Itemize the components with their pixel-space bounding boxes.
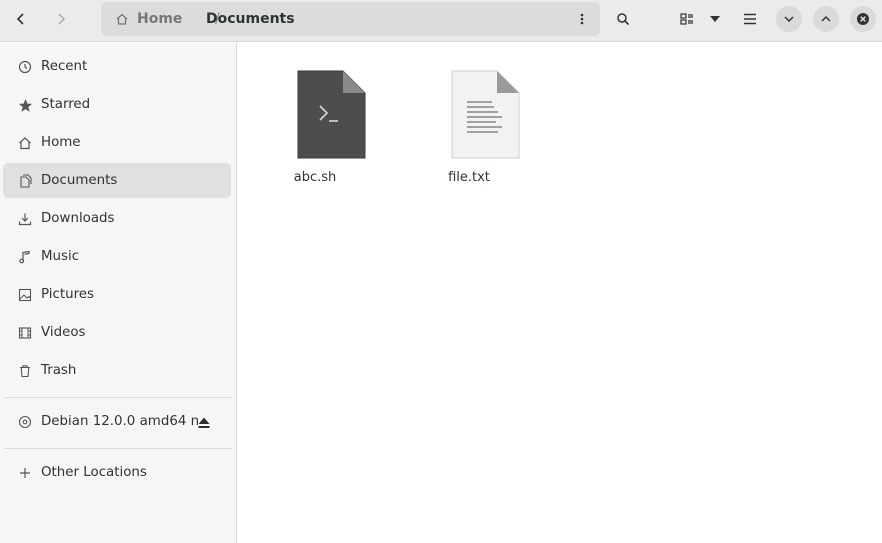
sidebar-item-music[interactable]: Music (3, 239, 231, 274)
downloads-icon (17, 211, 33, 227)
chevron-left-icon (16, 13, 24, 25)
terminal-script-icon (297, 70, 366, 159)
pictures-icon (17, 287, 33, 303)
home-icon (17, 135, 33, 151)
sidebar-item-videos[interactable]: Videos (3, 315, 231, 350)
close-button[interactable] (850, 6, 876, 32)
file-item[interactable]: file.txt (414, 43, 524, 185)
sidebar-item-label: Music (41, 249, 80, 264)
hamburger-menu-icon (744, 13, 756, 25)
close-icon (857, 13, 869, 25)
sidebar-item-label: Pictures (41, 287, 95, 302)
chevron-down-icon (784, 16, 794, 23)
documents-icon (17, 173, 33, 189)
sidebar-item-label: Recent (41, 59, 88, 74)
breadcrumb-current[interactable]: Documents (206, 2, 295, 36)
music-icon (17, 249, 33, 265)
sidebar-item-label: Other Locations (41, 465, 147, 480)
sidebar-item-starred[interactable]: Starred (3, 87, 231, 122)
clock-icon (17, 59, 33, 75)
sidebar-item-pictures[interactable]: Pictures (3, 277, 231, 312)
file-name: file.txt (448, 170, 490, 185)
sidebar-item-label: Home (41, 135, 81, 150)
sidebar-item-trash[interactable]: Trash (3, 353, 231, 388)
search-button[interactable] (608, 6, 638, 32)
eject-icon[interactable] (196, 414, 212, 430)
minimize-button[interactable] (776, 6, 802, 32)
chevron-up-icon (821, 15, 831, 22)
file-name: abc.sh (293, 170, 337, 185)
view-toggle-button[interactable] (672, 6, 702, 32)
sidebar-item-other-locations[interactable]: Other Locations (3, 455, 231, 490)
file-item[interactable]: abc.sh (260, 43, 370, 185)
main-menu-button[interactable] (735, 6, 765, 32)
vertical-dots-icon (580, 13, 584, 25)
path-menu-button[interactable] (574, 12, 590, 26)
star-icon (17, 97, 33, 113)
file-manager-window: Home / Documents Recent Starred Home Doc… (0, 0, 882, 543)
sidebar-item-home[interactable]: Home (3, 125, 231, 160)
back-button[interactable] (6, 6, 36, 32)
sidebar-item-label: Videos (41, 325, 86, 340)
videos-icon (17, 325, 33, 341)
sidebar-item-label: Trash (41, 363, 77, 378)
breadcrumb-home[interactable]: Home (115, 2, 182, 36)
sidebar-item-label: Debian 12.0.0 amd64 n (41, 414, 200, 429)
sidebar-item-debian-disc[interactable]: Debian 12.0.0 amd64 n (3, 404, 231, 439)
trash-icon (17, 363, 33, 379)
sidebar-item-documents[interactable]: Documents (3, 163, 231, 198)
list-grid-view-icon (680, 13, 693, 25)
sidebar: Recent Starred Home Documents Downloads … (0, 43, 237, 543)
sidebar-item-label: Documents (41, 173, 118, 188)
chevron-right-icon (58, 13, 66, 25)
path-bar: Home / Documents (101, 2, 600, 36)
view-options-button[interactable] (702, 6, 728, 32)
sidebar-divider (5, 397, 231, 398)
sidebar-item-downloads[interactable]: Downloads (3, 201, 231, 236)
disc-icon (17, 414, 33, 430)
sidebar-item-recent[interactable]: Recent (3, 49, 231, 84)
forward-button[interactable] (46, 6, 76, 32)
sidebar-item-label: Starred (41, 97, 91, 112)
home-icon (116, 13, 128, 25)
maximize-button[interactable] (813, 6, 839, 32)
file-view: abc.sh file.txt (238, 43, 882, 543)
search-icon (617, 13, 630, 26)
text-file-icon (451, 70, 520, 159)
sidebar-divider (5, 448, 231, 449)
header-bar: Home / Documents (0, 0, 882, 42)
dropdown-triangle-icon (710, 16, 720, 22)
plus-icon (17, 465, 33, 481)
breadcrumb-home-label: Home (137, 11, 183, 27)
sidebar-item-label: Downloads (41, 211, 115, 226)
